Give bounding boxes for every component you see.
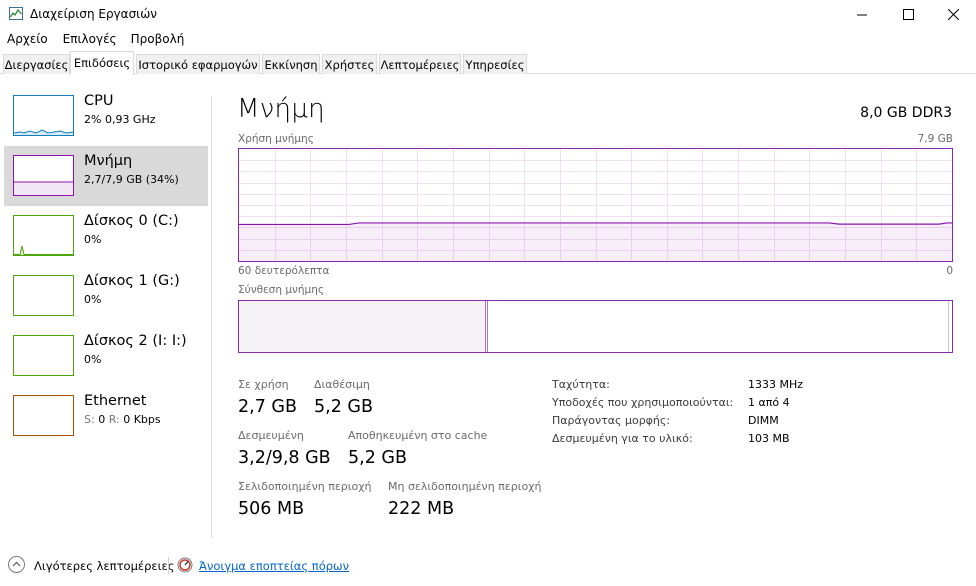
speed-value: 1333 MHz bbox=[748, 378, 804, 391]
send-label: S: bbox=[84, 413, 95, 426]
sidebar-item-subtitle: S: 0 R: 0 Kbps bbox=[84, 413, 161, 426]
tab-details[interactable]: Λεπτομέρειες bbox=[379, 54, 461, 74]
disk-0-thumbnail-graph bbox=[13, 215, 74, 256]
memory-usage-max: 7,9 GB bbox=[917, 133, 953, 145]
sidebar-item-disk-2[interactable]: Δίσκος 2 (I: I:) 0% bbox=[4, 326, 208, 386]
memory-usage-area bbox=[239, 222, 952, 261]
title-bar: Διαχείριση Εργασιών bbox=[0, 0, 976, 28]
sidebar-item-title: Δίσκος 1 (G:) bbox=[84, 273, 180, 289]
tab-services[interactable]: Υπηρεσίες bbox=[463, 54, 527, 74]
tab-performance[interactable]: Επιδόσεις bbox=[70, 51, 134, 75]
sidebar-item-title: Μνήμη bbox=[84, 153, 133, 169]
form-factor-label: Παράγοντας μορφής: bbox=[552, 414, 671, 427]
tab-processes[interactable]: Διεργασίες bbox=[3, 54, 70, 74]
tab-startup[interactable]: Εκκίνηση bbox=[262, 54, 320, 74]
sidebar-item-ethernet[interactable]: Ethernet S: 0 R: 0 Kbps bbox=[4, 386, 208, 446]
sidebar-item-cpu[interactable]: CPU 2% 0,93 GHz bbox=[4, 86, 208, 146]
composition-separator bbox=[948, 301, 949, 352]
sidebar-item-subtitle: 0% bbox=[84, 353, 102, 366]
sidebar-item-title: Δίσκος 0 (C:) bbox=[84, 213, 179, 229]
receive-value: 0 Kbps bbox=[123, 413, 161, 426]
sidebar-item-subtitle: 2,7/7,9 GB (34%) bbox=[84, 173, 179, 186]
sidebar-item-disk-1[interactable]: Δίσκος 1 (G:) 0% bbox=[4, 266, 208, 326]
minimize-button[interactable] bbox=[839, 0, 885, 28]
disk-0-mini-graph bbox=[14, 245, 73, 255]
sidebar-divider bbox=[211, 96, 212, 538]
menu-view[interactable]: Προβολή bbox=[131, 28, 185, 50]
fewer-details-button[interactable]: Λιγότερες λεπτομέρειες bbox=[34, 559, 174, 573]
disk-1-thumbnail-graph bbox=[13, 275, 74, 316]
minimize-icon bbox=[856, 14, 867, 15]
sidebar-item-title: CPU bbox=[84, 93, 114, 109]
available-value: 5,2 GB bbox=[314, 397, 373, 417]
send-value: 0 bbox=[98, 413, 106, 426]
cached-value: 5,2 GB bbox=[348, 448, 407, 468]
sidebar-item-subtitle: 2% 0,93 GHz bbox=[84, 113, 156, 126]
sidebar-item-disk-0[interactable]: Δίσκος 0 (C:) 0% bbox=[4, 206, 208, 266]
memory-composition-label: Σύνθεση μνήμης bbox=[238, 284, 325, 296]
memory-usage-plot bbox=[239, 149, 952, 261]
cached-label: Αποθηκευμένη στο cache bbox=[348, 429, 488, 442]
memory-mini-graph bbox=[14, 181, 73, 195]
memory-spec: 8,0 GB DDR3 bbox=[860, 105, 952, 121]
form-factor-value: DIMM bbox=[748, 414, 779, 427]
task-manager-icon bbox=[9, 7, 23, 20]
chevron-up-glyph bbox=[12, 561, 21, 567]
hardware-reserved-value: 103 MB bbox=[748, 432, 790, 445]
composition-in-use bbox=[239, 301, 485, 352]
committed-label: Δεσμευμένη bbox=[238, 429, 304, 442]
menu-options[interactable]: Επιλογές bbox=[63, 28, 117, 50]
chevron-up-icon[interactable] bbox=[8, 556, 25, 573]
close-icon bbox=[947, 8, 959, 20]
maximize-button[interactable] bbox=[885, 0, 931, 28]
paged-pool-value: 506 MB bbox=[238, 499, 305, 519]
sidebar-item-subtitle: 0% bbox=[84, 233, 102, 246]
in-use-value: 2,7 GB bbox=[238, 397, 297, 417]
ethernet-thumbnail-graph bbox=[13, 395, 74, 436]
open-resource-monitor-link[interactable]: Άνοιγμα εποπτείας πόρων bbox=[199, 559, 349, 573]
committed-value: 3,2/9,8 GB bbox=[238, 448, 331, 468]
slots-value: 1 από 4 bbox=[748, 396, 790, 409]
memory-thumbnail-graph bbox=[13, 155, 74, 196]
footer-divider bbox=[168, 557, 169, 574]
time-span-label: 60 δευτερόλεπτα bbox=[238, 265, 330, 277]
composition-separator bbox=[487, 301, 488, 352]
paged-pool-label: Σελιδοποιημένη περιοχή bbox=[238, 480, 372, 493]
hardware-reserved-label: Δεσμευμένη για το υλικό: bbox=[552, 432, 693, 445]
slots-label: Υποδοχές που χρησιμοποιούνται: bbox=[552, 396, 734, 409]
nonpaged-pool-label: Μη σελιδοποιημένη περιοχή bbox=[388, 480, 542, 493]
tab-bar: Διεργασίες Επιδόσεις Ιστορικό εφαρμογών … bbox=[0, 51, 976, 75]
tab-users[interactable]: Χρήστες bbox=[322, 54, 377, 74]
time-now-label: 0 bbox=[946, 265, 953, 277]
sidebar-item-subtitle: 0% bbox=[84, 293, 102, 306]
menu-bar: Αρχείο Επιλογές Προβολή bbox=[0, 28, 976, 50]
in-use-label: Σε χρήση bbox=[238, 378, 289, 391]
menu-file[interactable]: Αρχείο bbox=[7, 28, 48, 50]
sidebar-item-title: Δίσκος 2 (I: I:) bbox=[84, 333, 187, 349]
tab-app-history[interactable]: Ιστορικό εφαρμογών bbox=[136, 54, 260, 74]
window-title: Διαχείριση Εργασιών bbox=[30, 7, 157, 21]
page-title: Μνήμη bbox=[237, 94, 325, 124]
maximize-icon bbox=[902, 8, 914, 20]
cpu-mini-graph bbox=[13, 129, 74, 135]
memory-usage-graph bbox=[238, 148, 953, 262]
receive-label: R: bbox=[108, 413, 120, 426]
sidebar-item-title: Ethernet bbox=[84, 393, 147, 409]
resource-monitor-icon[interactable] bbox=[177, 557, 193, 573]
memory-usage-label: Χρήση μνήμης bbox=[238, 133, 314, 145]
footer: Λιγότερες λεπτομέρειες Άνοιγμα εποπτείας… bbox=[0, 552, 976, 586]
composition-separator bbox=[485, 301, 486, 352]
sidebar-item-memory[interactable]: Μνήμη 2,7/7,9 GB (34%) bbox=[4, 146, 208, 206]
disk-2-thumbnail-graph bbox=[13, 335, 74, 376]
close-button[interactable] bbox=[930, 0, 976, 28]
memory-composition-bar bbox=[238, 300, 953, 353]
available-label: Διαθέσιμη bbox=[314, 378, 370, 391]
speed-label: Ταχύτητα: bbox=[552, 378, 610, 391]
cpu-thumbnail-graph bbox=[13, 95, 74, 136]
nonpaged-pool-value: 222 MB bbox=[388, 499, 455, 519]
